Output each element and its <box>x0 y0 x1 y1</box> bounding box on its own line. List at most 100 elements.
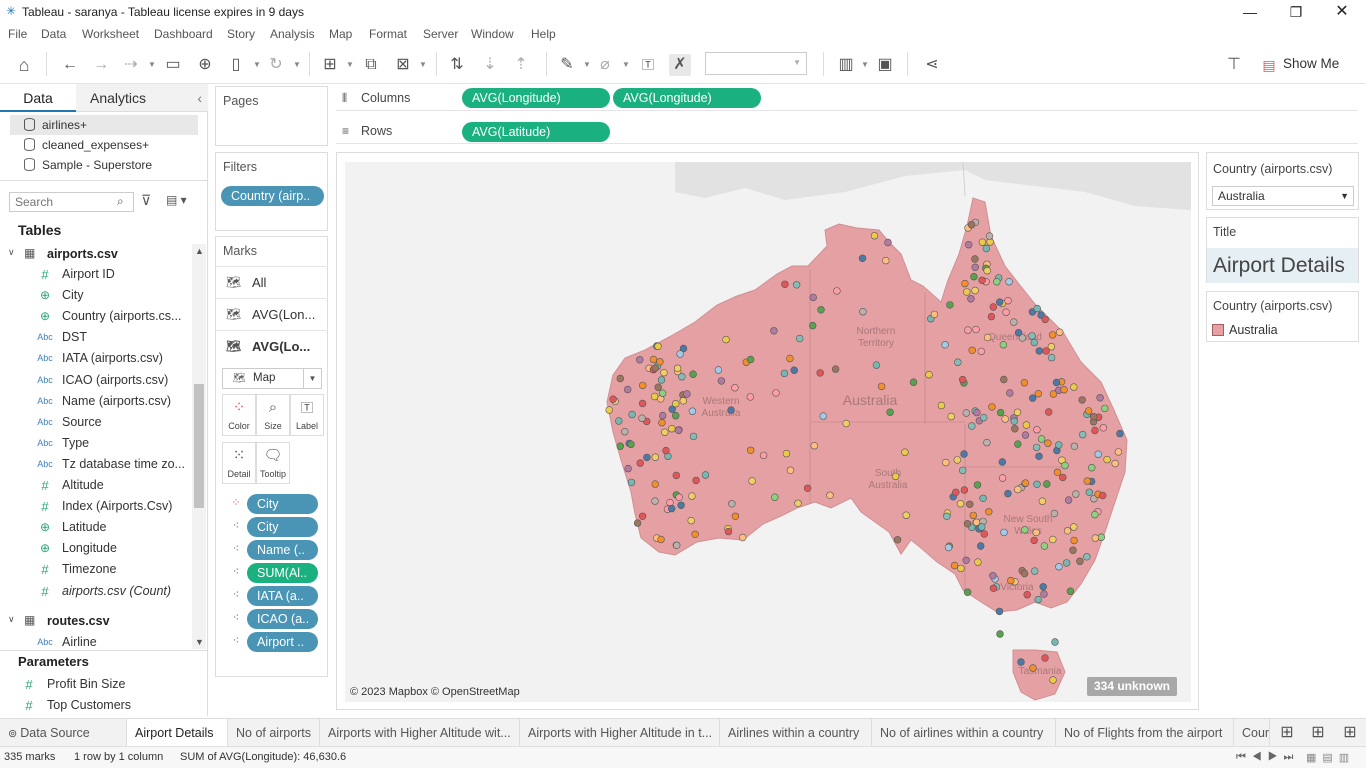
presentation-mode-icon[interactable]: ▣ <box>874 54 896 76</box>
fix-axes-icon[interactable]: ✗ <box>669 54 691 76</box>
airport-mark[interactable] <box>1055 441 1063 449</box>
airport-mark[interactable] <box>638 399 647 408</box>
airport-mark[interactable] <box>967 220 976 229</box>
airport-mark[interactable] <box>1020 569 1029 578</box>
airport-mark[interactable] <box>1040 590 1048 598</box>
marks-avg-longitude-1[interactable]: 🗺 AVG(Lon... <box>216 298 328 329</box>
airport-mark[interactable] <box>739 533 747 542</box>
tab-country-truncated[interactable]: Cour <box>1234 719 1270 747</box>
show-mark-labels-icon[interactable]: 🅃 <box>637 54 659 76</box>
airport-mark[interactable] <box>983 333 992 342</box>
airport-mark[interactable] <box>679 397 687 405</box>
datasource-cleaned-expenses[interactable]: cleaned_expenses+ <box>10 135 198 155</box>
airport-mark[interactable] <box>989 303 997 311</box>
airport-mark[interactable] <box>1007 576 1015 585</box>
airport-mark[interactable] <box>658 419 666 427</box>
column-pill-avg-longitude-2[interactable]: AVG(Longitude) <box>613 88 761 108</box>
airport-mark[interactable] <box>673 541 681 549</box>
airport-mark[interactable] <box>943 512 951 520</box>
airport-mark[interactable] <box>979 413 988 422</box>
airport-mark[interactable] <box>675 493 683 501</box>
filter-icon[interactable]: ⊽ <box>141 192 151 209</box>
airport-mark[interactable] <box>1032 528 1040 537</box>
airport-mark[interactable] <box>953 456 961 464</box>
menu-help[interactable]: Help <box>531 27 556 41</box>
airport-mark[interactable] <box>1048 331 1057 339</box>
marks-pill[interactable]: City <box>247 494 318 514</box>
menu-data[interactable]: Data <box>41 27 66 41</box>
airport-mark[interactable] <box>676 350 684 358</box>
airport-mark[interactable] <box>1018 334 1027 342</box>
marks-pill[interactable]: Airport .. <box>247 632 318 652</box>
field-airline[interactable]: Abc Airline <box>0 632 192 648</box>
airport-mark[interactable] <box>1091 510 1099 519</box>
airport-mark[interactable] <box>817 306 825 314</box>
airport-mark[interactable] <box>722 335 730 344</box>
airport-mark[interactable] <box>1087 464 1096 472</box>
airport-mark[interactable] <box>636 459 644 467</box>
airport-mark[interactable] <box>621 428 629 436</box>
airport-mark[interactable] <box>1059 473 1067 482</box>
airport-mark[interactable] <box>1033 480 1041 488</box>
airport-mark[interactable] <box>1000 528 1008 537</box>
airport-mark[interactable] <box>651 364 659 372</box>
tooltip-button[interactable]: 🗨 Tooltip <box>256 442 290 484</box>
airport-mark[interactable] <box>1078 430 1087 439</box>
swap-rows-columns-icon[interactable]: ⇅ <box>446 54 468 76</box>
airport-mark[interactable] <box>624 385 632 394</box>
redo-icon[interactable]: → <box>90 54 112 76</box>
airport-mark[interactable] <box>672 400 680 408</box>
airport-mark[interactable] <box>958 466 967 475</box>
tab-data-source[interactable]: ⊚ Data Source <box>0 719 127 747</box>
airport-mark[interactable] <box>886 408 894 416</box>
marks-pill[interactable]: City <box>247 517 318 537</box>
airport-mark[interactable] <box>1099 424 1107 432</box>
airport-mark[interactable] <box>1028 394 1037 402</box>
unknown-badge[interactable]: 334 unknown <box>1087 677 1178 696</box>
airport-mark[interactable] <box>891 472 900 481</box>
airport-mark[interactable] <box>759 451 768 460</box>
airport-mark[interactable] <box>672 412 680 420</box>
airport-mark[interactable] <box>772 389 780 397</box>
airport-mark[interactable] <box>796 334 804 343</box>
format-paint-icon[interactable]: ⊤ <box>1223 54 1245 76</box>
airport-mark[interactable] <box>1033 426 1041 434</box>
airport-mark[interactable] <box>1098 491 1107 500</box>
airport-mark[interactable] <box>1070 442 1079 450</box>
table-routes[interactable]: ∨ ▦ routes.csv <box>0 611 192 631</box>
airport-mark[interactable] <box>996 630 1004 638</box>
airport-mark[interactable] <box>963 520 972 528</box>
airport-mark[interactable] <box>657 376 666 384</box>
airport-mark[interactable] <box>1047 343 1056 351</box>
mark-type-dropdown[interactable]: 🗺 Map ▼ <box>222 368 322 389</box>
airport-mark[interactable] <box>952 488 960 496</box>
airport-mark[interactable] <box>816 369 824 377</box>
airport-mark[interactable] <box>988 403 996 411</box>
airport-mark[interactable] <box>717 377 726 385</box>
airport-mark[interactable] <box>963 588 972 596</box>
marks-avg-longitude-2[interactable]: 🗺 AVG(Lo... <box>216 330 328 361</box>
airport-mark[interactable] <box>651 497 659 505</box>
airport-mark[interactable] <box>966 500 974 508</box>
airport-mark[interactable] <box>995 298 1004 306</box>
airport-mark[interactable] <box>794 499 802 507</box>
tab-airport-details[interactable]: Airport Details <box>127 719 228 747</box>
airport-mark[interactable] <box>930 310 939 319</box>
column-pill-avg-longitude-1[interactable]: AVG(Longitude) <box>462 88 610 108</box>
airport-mark[interactable] <box>983 438 991 447</box>
airport-mark[interactable] <box>1094 450 1102 458</box>
airport-mark[interactable] <box>995 607 1004 616</box>
close-button[interactable]: ✕ <box>1327 2 1357 22</box>
table-airports[interactable]: ∨ ▦ airports.csv <box>0 244 192 264</box>
airport-mark[interactable] <box>987 312 996 321</box>
airport-mark[interactable] <box>1070 383 1078 391</box>
airport-mark[interactable] <box>689 432 698 441</box>
menu-file[interactable]: File <box>8 27 27 41</box>
airport-mark[interactable] <box>1116 429 1124 438</box>
menu-server[interactable]: Server <box>423 27 458 41</box>
airport-mark[interactable] <box>661 428 669 436</box>
color-button[interactable]: ⁘ Color <box>222 394 256 436</box>
field-item[interactable]: ⊕ Longitude <box>0 538 192 559</box>
airport-mark[interactable] <box>1030 567 1039 575</box>
airport-mark[interactable] <box>727 406 735 414</box>
